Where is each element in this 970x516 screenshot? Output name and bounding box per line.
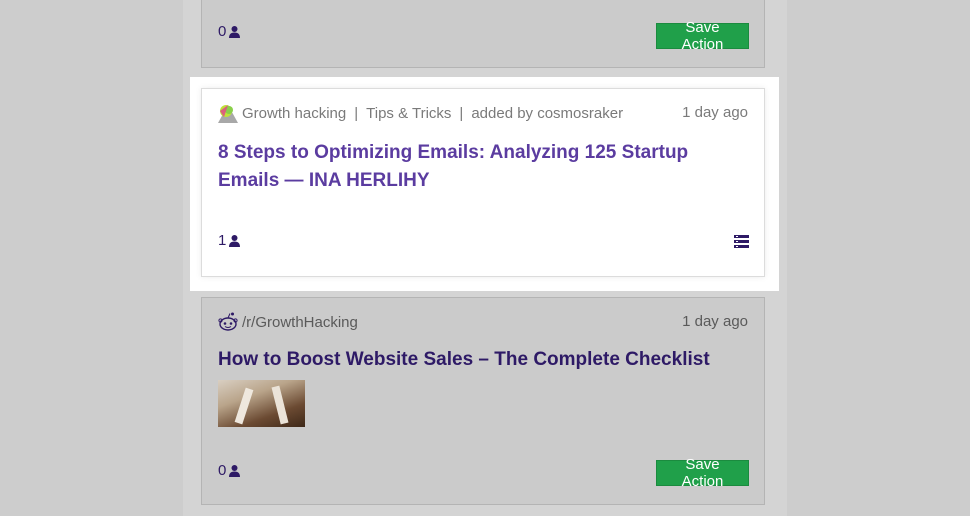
feed-card-bottom[interactable]: /r/GrowthHacking 1 day ago How to Boost … <box>201 297 765 505</box>
user-count-value: 0 <box>218 462 227 479</box>
user-count-value: 1 <box>218 232 227 249</box>
article-thumbnail[interactable] <box>218 380 305 427</box>
feed-card-top: 0 Save Action <box>201 0 765 68</box>
user-icon <box>229 25 241 38</box>
user-count-value: 0 <box>218 23 227 40</box>
card-meta: Growth hacking | Tips & Tricks | added b… <box>218 103 748 123</box>
user-icon <box>229 464 241 477</box>
meta-separator: | <box>459 104 464 122</box>
feed-card-featured[interactable]: Growth hacking | Tips & Tricks | added b… <box>201 88 765 277</box>
timestamp: 1 day ago <box>682 104 748 121</box>
card-meta: /r/GrowthHacking 1 day ago <box>218 312 748 332</box>
growth-hacking-logo-icon <box>218 105 238 123</box>
card-title-link[interactable]: 8 Steps to Optimizing Emails: Analyzing … <box>218 139 724 195</box>
user-count[interactable]: 1 <box>218 232 241 249</box>
user-count[interactable]: 0 <box>218 462 241 479</box>
meta-separator: | <box>354 104 359 122</box>
timestamp: 1 day ago <box>682 313 748 330</box>
list-menu-icon[interactable] <box>734 235 749 248</box>
added-by-text[interactable]: added by cosmosraker <box>471 105 623 122</box>
source-link[interactable]: /r/GrowthHacking <box>242 314 358 331</box>
category-link[interactable]: Tips & Tricks <box>366 105 451 122</box>
save-action-button[interactable]: Save Action <box>656 19 749 53</box>
user-count[interactable]: 0 <box>218 23 241 40</box>
reddit-icon <box>218 312 238 331</box>
save-action-button[interactable]: Save Action <box>656 456 749 490</box>
source-link[interactable]: Growth hacking <box>242 105 346 122</box>
card-title-link[interactable]: How to Boost Website Sales – The Complet… <box>218 346 724 374</box>
user-icon <box>229 234 241 247</box>
